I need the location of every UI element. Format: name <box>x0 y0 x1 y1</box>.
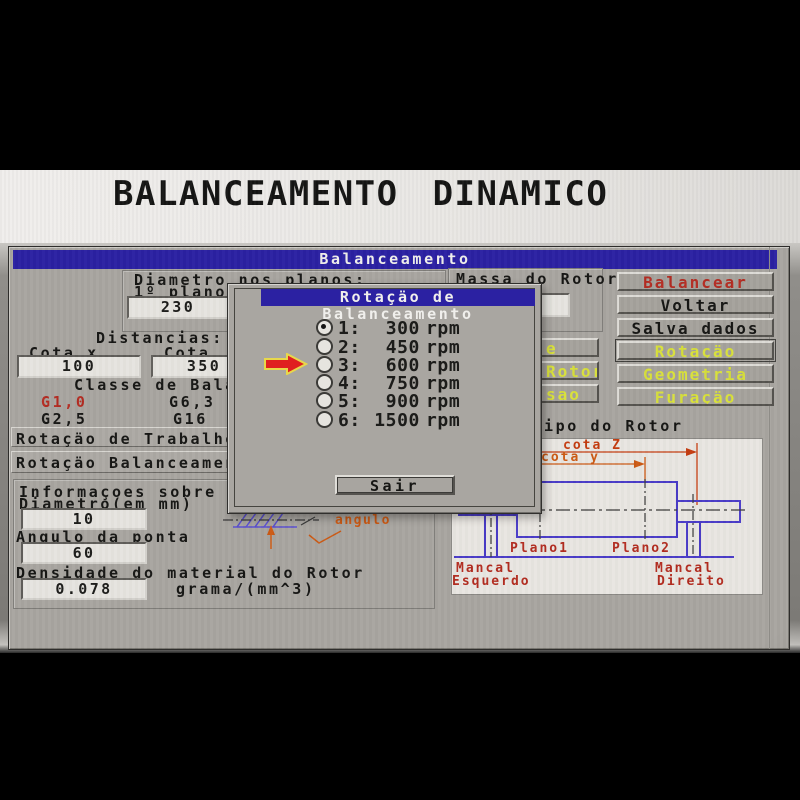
geometria-button[interactable]: Geometria <box>617 364 774 383</box>
rotacao-balanceamento-bar[interactable]: Rotaçäo Balanceamen <box>11 451 237 473</box>
diametro-plano1-input[interactable]: 230 <box>127 296 229 319</box>
diametro-mm-input[interactable]: 10 <box>21 508 147 530</box>
sair-button[interactable]: Sair <box>335 475 455 495</box>
dialog-titlebar: Rotaçäo de Balanceamento <box>261 289 535 306</box>
title-band: BALANCEAMENTO DINAMICO <box>0 170 800 246</box>
mouse-cursor-arrow-icon <box>264 353 308 375</box>
densidade-input[interactable]: 0.078 <box>21 578 147 600</box>
radio-icon[interactable] <box>316 356 333 373</box>
classe-label: Classe de Bala <box>74 376 237 394</box>
rpm-option-2[interactable]: 2: 450 rpm <box>228 337 541 354</box>
diagram-labels: Plano1 Plano2 Mancal Esquerdo Mancal Dir… <box>452 541 726 589</box>
rotacao-trabalho-label: Rotaçäo de Trabalho <box>16 430 237 448</box>
salva-dados-button[interactable]: Salva dados <box>617 318 774 337</box>
radio-icon[interactable] <box>316 338 333 355</box>
radio-icon[interactable] <box>316 392 333 409</box>
classe-g1[interactable]: G1,0 <box>41 393 88 411</box>
rotacao-button[interactable]: Rotaçäo <box>617 341 774 360</box>
plano2-label: Plano2 <box>612 541 671 556</box>
classe-g6-3[interactable]: G6,3 <box>169 393 216 411</box>
angle-leader-lines <box>271 531 341 549</box>
rpm-option-1[interactable]: 1: 300 rpm <box>228 318 541 335</box>
angulo-ponta-input[interactable]: 60 <box>21 542 147 564</box>
rotacao-balanceamento-label: Rotaçäo Balanceamen <box>16 454 237 472</box>
classe-g16[interactable]: G16 <box>173 410 208 428</box>
mancal-esquerdo-line2: Esquerdo <box>452 574 531 589</box>
window-titlebar: Balanceamento <box>13 250 777 269</box>
photographed-crt-screen: { "title_screen": { "heading": "BALANCEA… <box>0 0 800 800</box>
radio-icon[interactable] <box>316 319 333 336</box>
rpm-option-5[interactable]: 5: 900 rpm <box>228 391 541 408</box>
rotacao-balanceamento-dialog: Rotaçäo de Balanceamento 1: 300 rpm 2: 4… <box>227 283 542 514</box>
tipo-rotor-label: ipo do Rotor <box>544 417 684 435</box>
radio-icon[interactable] <box>316 374 333 391</box>
mancal-direito-line2: Direito <box>657 574 726 589</box>
rpm-option-6[interactable]: 6: 1500 rpm <box>228 410 541 427</box>
balancear-button[interactable]: Balancear <box>617 272 774 291</box>
plano1-label: Plano1 <box>510 541 569 556</box>
densidade-unit: grama/(mm^3) <box>176 580 316 598</box>
rotacao-trabalho-bar[interactable]: Rotaçäo de Trabalho <box>11 427 235 447</box>
cota-y-label: cota y <box>541 450 600 465</box>
page-title: BALANCEAMENTO DINAMICO <box>113 174 608 214</box>
cota-y-arrow-icon <box>634 460 645 468</box>
classe-g2-5[interactable]: G2,5 <box>41 410 88 428</box>
cota-z-arrow-icon <box>686 448 697 456</box>
rpm-option-4[interactable]: 4: 750 rpm <box>228 373 541 390</box>
voltar-button[interactable]: Voltar <box>617 295 774 314</box>
radio-icon[interactable] <box>316 411 333 428</box>
angulo-annotation: angulo <box>335 513 391 528</box>
cota-x-input[interactable]: 100 <box>17 355 141 378</box>
furacao-button[interactable]: Furaçäo <box>617 387 774 406</box>
